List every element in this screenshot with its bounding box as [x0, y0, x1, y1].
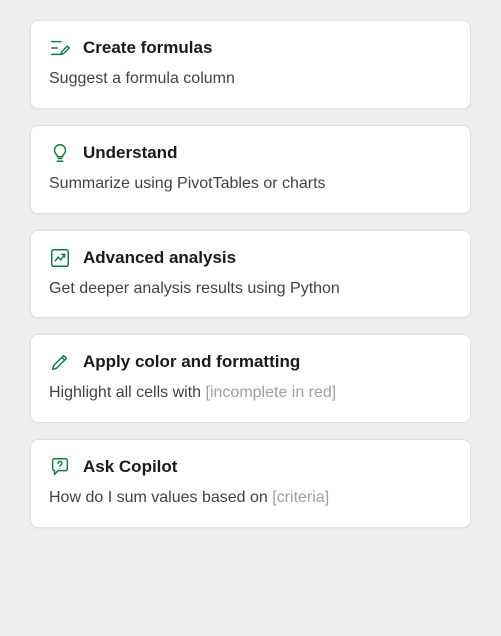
suggestion-list: Create formulas Suggest a formula column… — [0, 0, 501, 548]
card-advanced-analysis[interactable]: Advanced analysis Get deeper analysis re… — [30, 230, 471, 319]
card-desc: Summarize using PivotTables or charts — [49, 174, 452, 195]
card-header: Advanced analysis — [49, 247, 452, 269]
card-title: Create formulas — [83, 38, 212, 58]
formula-pen-icon — [49, 37, 71, 59]
card-title: Understand — [83, 143, 177, 163]
card-apply-formatting[interactable]: Apply color and formatting Highlight all… — [30, 334, 471, 423]
card-header: Ask Copilot — [49, 456, 452, 478]
card-title: Ask Copilot — [83, 457, 177, 477]
card-desc: How do I sum values based on [criteria] — [49, 488, 452, 509]
card-desc: Highlight all cells with [incomplete in … — [49, 383, 452, 404]
trend-icon — [49, 247, 71, 269]
card-title: Advanced analysis — [83, 248, 236, 268]
chat-question-icon — [49, 456, 71, 478]
card-header: Apply color and formatting — [49, 351, 452, 373]
card-ask-copilot[interactable]: Ask Copilot How do I sum values based on… — [30, 439, 471, 528]
lightbulb-icon — [49, 142, 71, 164]
card-desc: Get deeper analysis results using Python — [49, 279, 452, 300]
card-header: Create formulas — [49, 37, 452, 59]
pencil-icon — [49, 351, 71, 373]
card-create-formulas[interactable]: Create formulas Suggest a formula column — [30, 20, 471, 109]
card-title: Apply color and formatting — [83, 352, 300, 372]
card-header: Understand — [49, 142, 452, 164]
card-understand[interactable]: Understand Summarize using PivotTables o… — [30, 125, 471, 214]
card-desc: Suggest a formula column — [49, 69, 452, 90]
